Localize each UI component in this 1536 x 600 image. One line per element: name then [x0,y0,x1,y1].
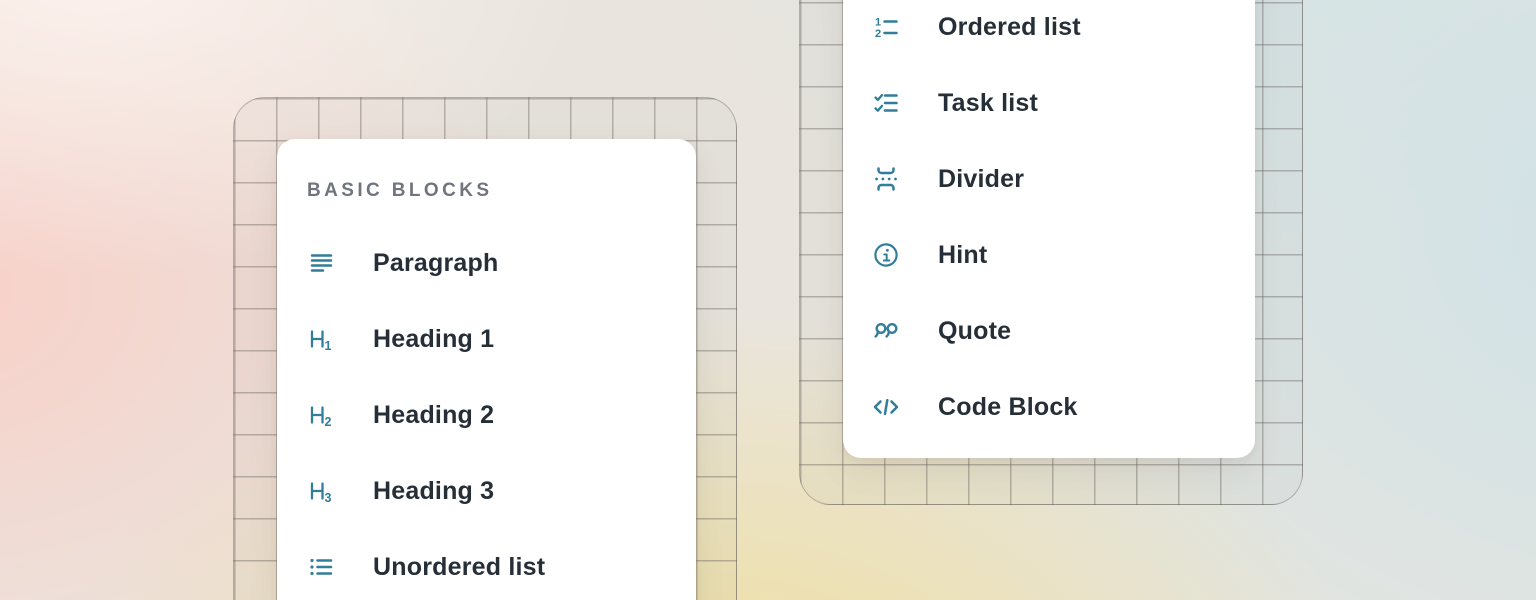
editor-insert-menu-illustration: BASIC BLOCKS Paragraph 1 Heading 1 2 Headi… [0,0,1536,600]
menu-item-heading-3[interactable]: 3 Heading 3 [307,453,696,529]
menu-item-quote[interactable]: Quote [872,293,1255,369]
svg-text:1: 1 [325,339,332,353]
menu-item-label: Ordered list [938,13,1081,42]
svg-text:2: 2 [875,28,881,40]
svg-text:1: 1 [875,16,881,28]
heading-3-icon: 3 [307,477,335,505]
unordered-list-icon [307,553,335,581]
heading-1-icon: 1 [307,325,335,353]
menu-item-label: Heading 2 [373,401,494,430]
menu-item-code-block[interactable]: Code Block [872,369,1255,445]
basic-blocks-menu-card: BASIC BLOCKS Paragraph 1 Heading 1 2 Headi… [277,139,696,600]
menu-item-label: Hint [938,241,987,270]
menu-item-label: Quote [938,317,1011,346]
menu-item-label: Code Block [938,393,1078,422]
menu-item-ordered-list[interactable]: 1 2 Ordered list [872,0,1255,65]
menu-item-label: Paragraph [373,249,498,278]
menu-item-label: Divider [938,165,1024,194]
menu-item-heading-1[interactable]: 1 Heading 1 [307,301,696,377]
paragraph-icon [307,249,335,277]
menu-item-label: Heading 1 [373,325,494,354]
hint-icon [872,241,900,269]
menu-item-unordered-list[interactable]: Unordered list [307,529,696,600]
code-block-icon [872,393,900,421]
divider-icon [872,165,900,193]
menu-item-hint[interactable]: Hint [872,217,1255,293]
blocks-list-continued: 1 2 Ordered list Task list Divider Hint … [872,0,1255,445]
svg-text:2: 2 [325,415,332,429]
heading-2-icon: 2 [307,401,335,429]
menu-item-label: Task list [938,89,1038,118]
task-list-icon [872,89,900,117]
ordered-list-icon: 1 2 [872,13,900,41]
menu-item-divider[interactable]: Divider [872,141,1255,217]
basic-blocks-list: Paragraph 1 Heading 1 2 Heading 2 3 Heading… [307,225,696,600]
menu-item-label: Heading 3 [373,477,494,506]
menu-item-paragraph[interactable]: Paragraph [307,225,696,301]
quote-icon [872,317,900,345]
blocks-menu-card-continued: 1 2 Ordered list Task list Divider Hint … [843,0,1255,458]
menu-item-task-list[interactable]: Task list [872,65,1255,141]
svg-text:3: 3 [325,491,332,505]
menu-item-label: Unordered list [373,553,545,582]
basic-blocks-section-label: BASIC BLOCKS [307,179,696,203]
menu-item-heading-2[interactable]: 2 Heading 2 [307,377,696,453]
